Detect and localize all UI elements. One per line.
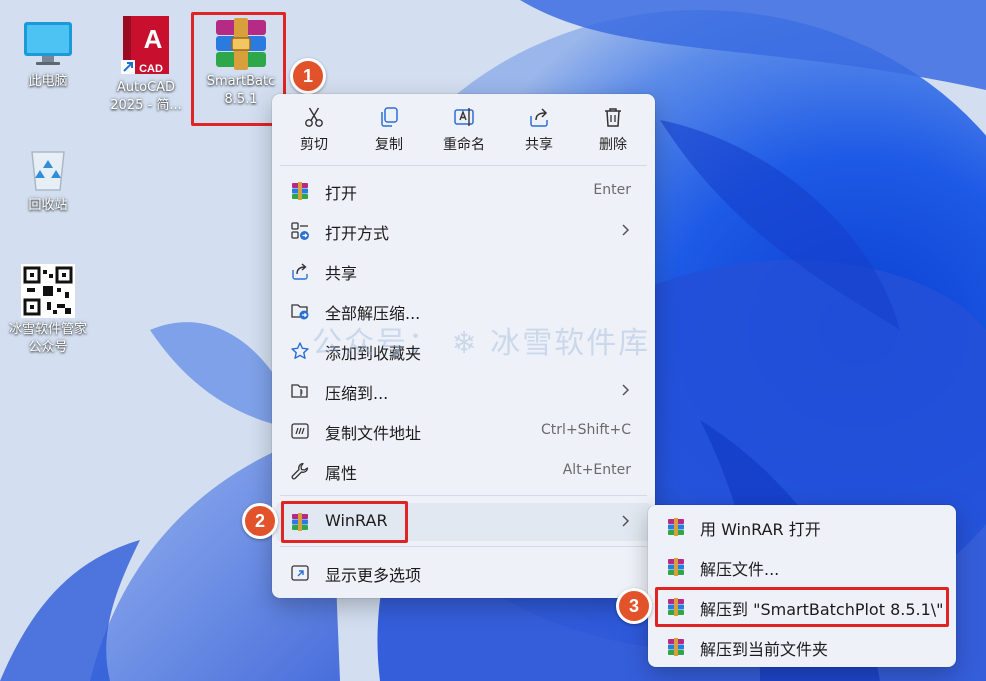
- share-icon: [530, 108, 548, 127]
- desktop-icon-label-line2: 公众号: [28, 340, 68, 355]
- monitor-icon: [24, 22, 72, 65]
- copy-label: 复制: [375, 137, 403, 153]
- step-badge-1: 1: [290, 58, 326, 94]
- extract-all-icon: [291, 304, 309, 320]
- context-menu-toolbar: 剪切 复制 重命名 共享 删除: [272, 94, 655, 164]
- submenu-item-extract-files[interactable]: 解压文件...: [652, 547, 952, 585]
- menu-divider: [280, 546, 647, 547]
- menu-item-open-with[interactable]: 打开方式: [276, 212, 651, 250]
- qr-code-icon: [21, 264, 75, 318]
- menu-item-open[interactable]: 打开 Enter: [276, 172, 651, 210]
- desktop-icon-this-pc[interactable]: 此电脑: [3, 18, 93, 92]
- chevron-right-icon: [622, 224, 630, 236]
- desktop-icon-label-line2: 2025 - 简...: [110, 98, 182, 113]
- more-options-icon: [291, 565, 309, 581]
- copy-path-icon: [291, 423, 309, 439]
- copy-button[interactable]: 复制: [354, 104, 424, 154]
- menu-item-label: 显示更多选项: [325, 566, 422, 585]
- share-label: 共享: [525, 137, 553, 153]
- winrar-icon: [668, 518, 684, 536]
- scissors-icon: [305, 107, 323, 127]
- desktop-icon-label: AutoCAD: [116, 80, 176, 95]
- menu-item-compress-to[interactable]: 压缩到...: [276, 372, 651, 410]
- menu-item-shortcut: Enter: [593, 182, 631, 198]
- menu-divider: [280, 165, 647, 166]
- step-badge-3: 3: [616, 588, 652, 624]
- menu-item-label: 共享: [325, 264, 358, 283]
- menu-divider: [280, 495, 647, 496]
- wrench-icon: [291, 462, 309, 480]
- copy-icon: [381, 107, 398, 127]
- menu-item-shortcut: Alt+Enter: [562, 462, 631, 478]
- submenu-item-open-with-winrar[interactable]: 用 WinRAR 打开: [652, 507, 952, 545]
- menu-item-shortcut: Ctrl+Shift+C: [541, 422, 631, 438]
- autocad-icon: A CAD: [121, 16, 169, 75]
- highlight-box-extract-to: [655, 587, 949, 627]
- submenu-item-label: 解压到当前文件夹: [700, 640, 829, 659]
- chevron-right-icon: [622, 384, 630, 396]
- trash-icon: [605, 108, 621, 127]
- watermark-text: 公众号： ❄ 冰雪软件库: [312, 326, 651, 361]
- menu-item-properties[interactable]: 属性 Alt+Enter: [276, 452, 651, 490]
- menu-item-label: 压缩到...: [325, 384, 389, 403]
- winrar-icon: [668, 638, 684, 656]
- desktop-icon-label: 回收站: [28, 198, 68, 213]
- menu-item-label: 属性: [325, 464, 358, 483]
- share-button[interactable]: 共享: [504, 104, 574, 154]
- menu-item-show-more-options[interactable]: 显示更多选项: [276, 554, 651, 592]
- cut-button[interactable]: 剪切: [279, 104, 349, 154]
- menu-item-label: 复制文件地址: [325, 424, 422, 443]
- desktop-icon-label: 冰雪软件管家: [8, 322, 87, 337]
- chevron-right-icon: [622, 515, 630, 527]
- svg-text:A: A: [144, 24, 163, 54]
- winrar-icon: [292, 182, 308, 200]
- open-with-icon: [291, 222, 309, 240]
- cut-label: 剪切: [300, 137, 328, 153]
- submenu-item-extract-here[interactable]: 解压到当前文件夹: [652, 627, 952, 665]
- svg-text:CAD: CAD: [139, 63, 163, 75]
- delete-button[interactable]: 删除: [578, 104, 648, 154]
- delete-label: 删除: [599, 137, 627, 153]
- highlight-box-winrar: [281, 501, 408, 543]
- desktop-icon-recycle-bin[interactable]: 回收站: [3, 144, 93, 216]
- step-badge-2: 2: [242, 503, 278, 539]
- recycle-bin-icon: [31, 151, 65, 191]
- menu-item-label: 打开: [325, 184, 358, 203]
- menu-item-copy-path[interactable]: 复制文件地址 Ctrl+Shift+C: [276, 412, 651, 450]
- desktop-icon-autocad[interactable]: A CAD AutoCAD 2025 - 简...: [101, 14, 191, 116]
- rename-button[interactable]: 重命名: [429, 104, 499, 154]
- desktop-icon-label: 此电脑: [28, 74, 68, 89]
- winrar-icon: [668, 558, 684, 576]
- star-icon: [291, 342, 309, 359]
- menu-item-share[interactable]: 共享: [276, 252, 651, 290]
- submenu-item-label: 用 WinRAR 打开: [700, 520, 821, 539]
- compress-icon: [291, 384, 308, 398]
- share-icon: [292, 263, 308, 280]
- rename-icon: [454, 108, 474, 126]
- desktop-icon-qrcode[interactable]: 冰雪软件管家 公众号: [3, 264, 93, 358]
- menu-item-label: 打开方式: [325, 224, 390, 243]
- rename-label: 重命名: [443, 137, 485, 153]
- winrar-submenu: 用 WinRAR 打开 解压文件... 解压到 "SmartBatchPlot …: [648, 505, 956, 667]
- submenu-item-label: 解压文件...: [700, 560, 780, 579]
